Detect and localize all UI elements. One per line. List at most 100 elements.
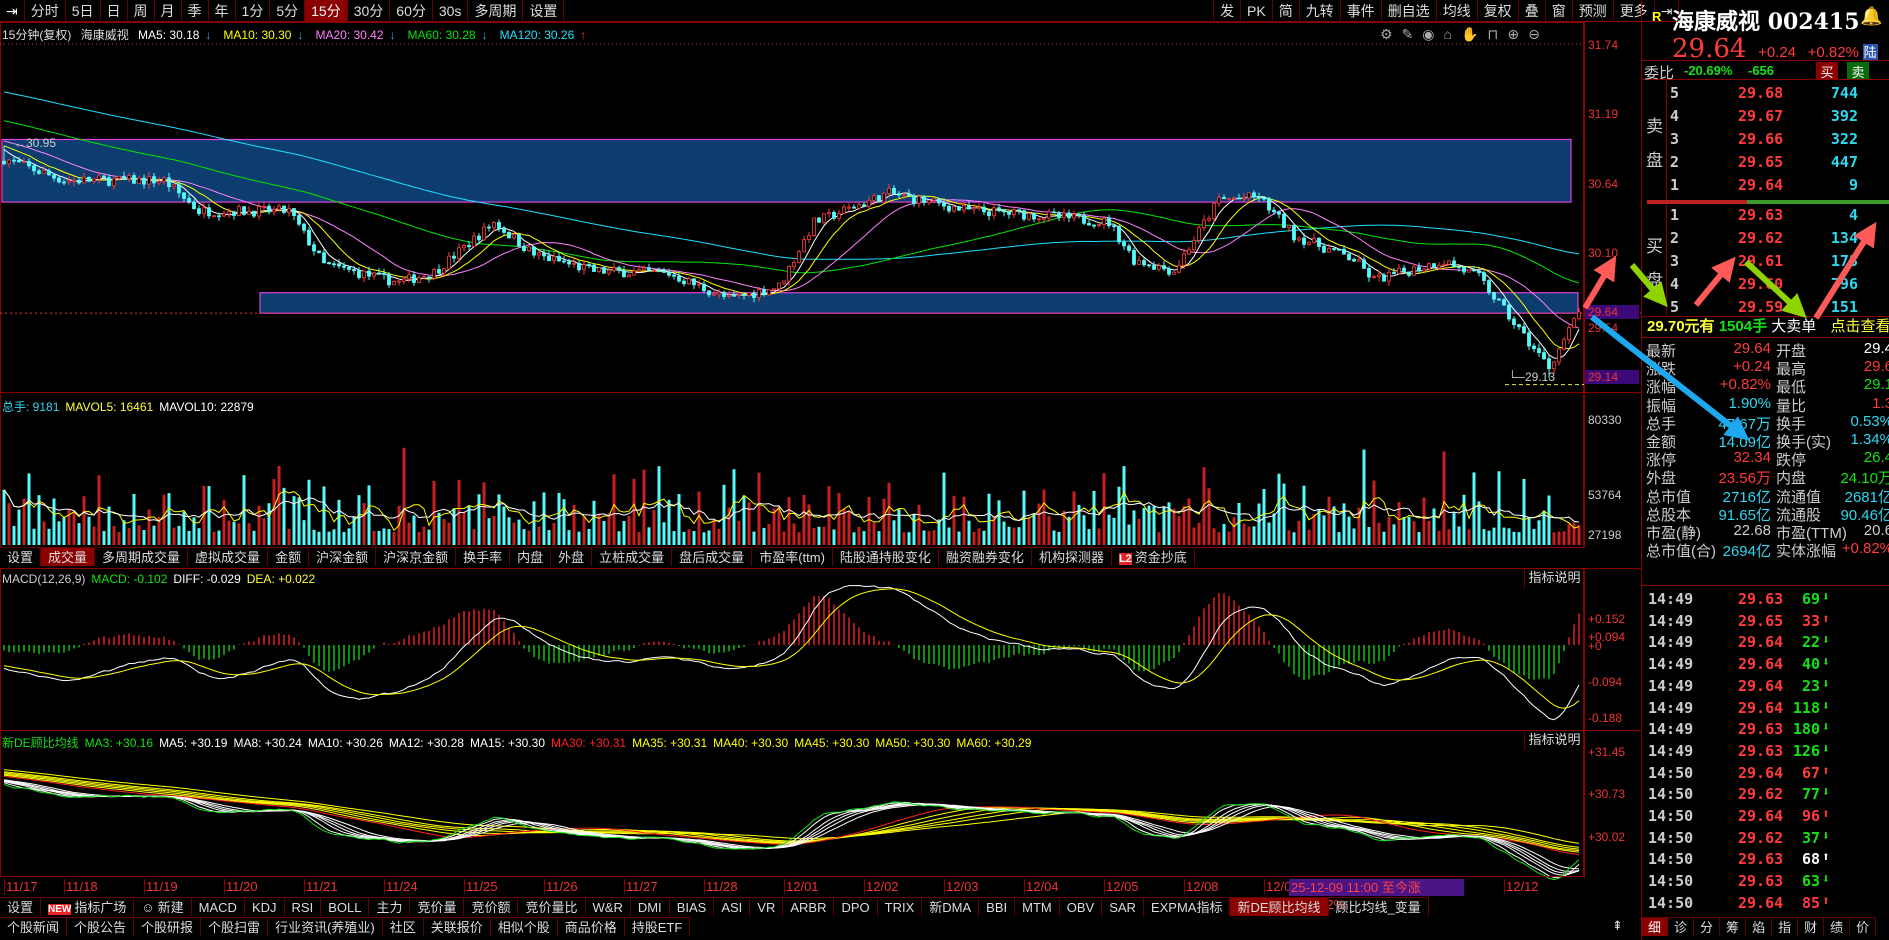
bottom-indicator-tab[interactable]: KDJ	[244, 897, 285, 916]
quote-tab[interactable]: 价	[1850, 917, 1877, 936]
level-volume: 322	[1830, 130, 1858, 148]
bottom-indicator-tab[interactable]: 竞价量	[410, 897, 465, 916]
panel-scroll-top-icon[interactable]: ⇞	[1612, 918, 1623, 934]
indicator-tab[interactable]: 盘后成交量	[672, 547, 753, 566]
buy-button[interactable]: 买	[1816, 62, 1838, 80]
arrow-up-icon: ⬆	[1822, 763, 1830, 779]
bottom-indicator-tab[interactable]: VR	[750, 897, 784, 916]
asks-level[interactable]: 2 29.65 447	[1642, 153, 1889, 176]
indicator-tab[interactable]: 多周期成交量	[95, 547, 189, 566]
asks-level[interactable]: 4 29.67 392	[1642, 107, 1889, 130]
bottom-indicator-tab[interactable]: RSI	[284, 897, 322, 916]
bottom-indicator-tab[interactable]: SAR	[1102, 897, 1144, 916]
bottom-indicator-tab[interactable]: MTM	[1015, 897, 1060, 916]
news-tab[interactable]: 个股新闻	[0, 917, 68, 936]
indicator-tab[interactable]: L2 资金抄底	[1111, 547, 1195, 566]
indicator-tab[interactable]: 市盈率(ttm)	[752, 547, 833, 566]
bottom-indicator-tab[interactable]: NEW 指标广场	[41, 897, 135, 916]
bottom-indicator-tab[interactable]: ARBR	[783, 897, 835, 916]
bottom-indicator-tab[interactable]: ☺ 新建	[134, 897, 192, 916]
indicator-tab[interactable]: 虚拟成交量	[188, 547, 269, 566]
bottom-indicator-tab[interactable]: W&R	[585, 897, 631, 916]
candle	[397, 280, 401, 283]
volume-bar	[1577, 524, 1581, 545]
news-tab[interactable]: 持股ETF	[624, 917, 691, 936]
candle	[932, 198, 936, 201]
candle	[842, 206, 846, 215]
level-number: 2	[1670, 229, 1680, 247]
candle	[637, 269, 641, 272]
bottom-indicator-tab[interactable]: BBI	[979, 897, 1016, 916]
news-tab[interactable]: 相似个股	[490, 917, 558, 936]
news-tab[interactable]: 关联报价	[423, 917, 491, 936]
arrow-up-icon: ⬆	[1822, 807, 1830, 822]
indicator-tab[interactable]: 融资融券变化	[938, 547, 1032, 566]
macd-explain-button[interactable]: 指标说明	[1524, 568, 1584, 588]
quote-tab[interactable]: 细	[1642, 917, 1669, 936]
arrow-down-icon: ⬇	[1822, 633, 1830, 649]
indicator-tab[interactable]: 沪深京金额	[376, 547, 457, 566]
tick-price: 29.64	[1738, 893, 1784, 912]
news-tab[interactable]: 行业资讯(养殖业)	[268, 917, 383, 936]
volume-bar	[1437, 530, 1441, 545]
indicator-tab[interactable]: 外盘	[551, 547, 593, 566]
news-tab[interactable]: 商品价格	[557, 917, 625, 936]
news-tab[interactable]: 个股公告	[67, 917, 135, 936]
bottom-indicator-tab[interactable]: 竞价量比	[518, 897, 586, 916]
bids-level[interactable]: 3 29.61 173	[1642, 252, 1889, 275]
bottom-indicator-tab[interactable]: 主力	[369, 897, 411, 916]
bottom-indicator-tab[interactable]: MACD	[191, 897, 245, 916]
indicator-tab[interactable]: 立桩成交量	[592, 547, 673, 566]
kline-chart[interactable]: ←30.95 └─29.13	[0, 0, 1641, 895]
bids-level[interactable]: 4 29.60 796	[1642, 275, 1889, 298]
bids-level[interactable]: 1 29.63 4	[1642, 206, 1889, 229]
indicator-tab[interactable]: 沪深金额	[309, 547, 377, 566]
de-explain-button[interactable]: 指标说明	[1524, 730, 1584, 750]
indicator-tab[interactable]: 内盘	[510, 547, 552, 566]
quote-tab[interactable]: 筹	[1720, 917, 1747, 936]
volume-bar	[1117, 486, 1121, 545]
indicator-tab[interactable]: 机构探测器	[1031, 547, 1112, 566]
big-order-link[interactable]: 点击查看	[1830, 318, 1889, 335]
bottom-indicator-tab[interactable]: 设置	[0, 897, 42, 916]
quote-tab[interactable]: 分	[1694, 917, 1721, 936]
news-tab[interactable]: 个股扫雷	[201, 917, 269, 936]
asks-level[interactable]: 1 29.64 9	[1642, 176, 1889, 199]
volume-bar	[847, 510, 851, 545]
asks-level[interactable]: 3 29.66 322	[1642, 130, 1889, 153]
bottom-indicator-tab[interactable]: 顾比均线_变量	[1328, 897, 1429, 916]
quote-tab[interactable]: 诊	[1668, 917, 1695, 936]
news-tab[interactable]: 社区	[382, 917, 424, 936]
indicator-tab[interactable]: 成交量	[41, 547, 96, 566]
volume-bar	[1207, 488, 1211, 545]
news-tab[interactable]: 个股研报	[134, 917, 202, 936]
indicator-tab[interactable]: 金额	[268, 547, 310, 566]
candle	[892, 187, 896, 195]
bottom-indicator-tab[interactable]: EXPMA指标	[1143, 897, 1231, 916]
bottom-indicator-tab[interactable]: 竞价额	[464, 897, 519, 916]
bottom-indicator-tab[interactable]: 新DE顾比均线	[1230, 897, 1329, 916]
sell-button[interactable]: 卖	[1847, 62, 1869, 80]
quote-tab[interactable]: 绩	[1824, 917, 1851, 936]
asks-level[interactable]: 5 29.68 744	[1642, 84, 1889, 107]
bottom-indicator-tab[interactable]: DPO	[834, 897, 878, 916]
bottom-indicator-tab[interactable]: ASI	[714, 897, 751, 916]
bottom-indicator-tab[interactable]: BOLL	[321, 897, 370, 916]
bell-icon[interactable]: 🔔	[1860, 6, 1882, 27]
bottom-indicator-tab[interactable]: BIAS	[669, 897, 715, 916]
bottom-indicator-tab[interactable]: DMI	[630, 897, 670, 916]
big-order-banner[interactable]: 29.70元有 1504手 大卖单 点击查看	[1642, 316, 1889, 338]
candle	[657, 270, 661, 272]
indicator-tab[interactable]: 换手率	[456, 547, 511, 566]
quote-tab[interactable]: 指	[1772, 917, 1799, 936]
bottom-indicator-tab[interactable]: TRIX	[877, 897, 923, 916]
quote-tab[interactable]: 财	[1798, 917, 1825, 936]
indicator-tab[interactable]: 设置	[0, 547, 42, 566]
tab-label: 设置	[7, 550, 34, 565]
quote-tab[interactable]: 焰	[1746, 917, 1773, 936]
candle	[672, 274, 676, 277]
bids-level[interactable]: 2 29.62 134	[1642, 229, 1889, 252]
bottom-indicator-tab[interactable]: 新DMA	[922, 897, 980, 916]
indicator-tab[interactable]: 陆股通持股变化	[832, 547, 939, 566]
bottom-indicator-tab[interactable]: OBV	[1059, 897, 1103, 916]
